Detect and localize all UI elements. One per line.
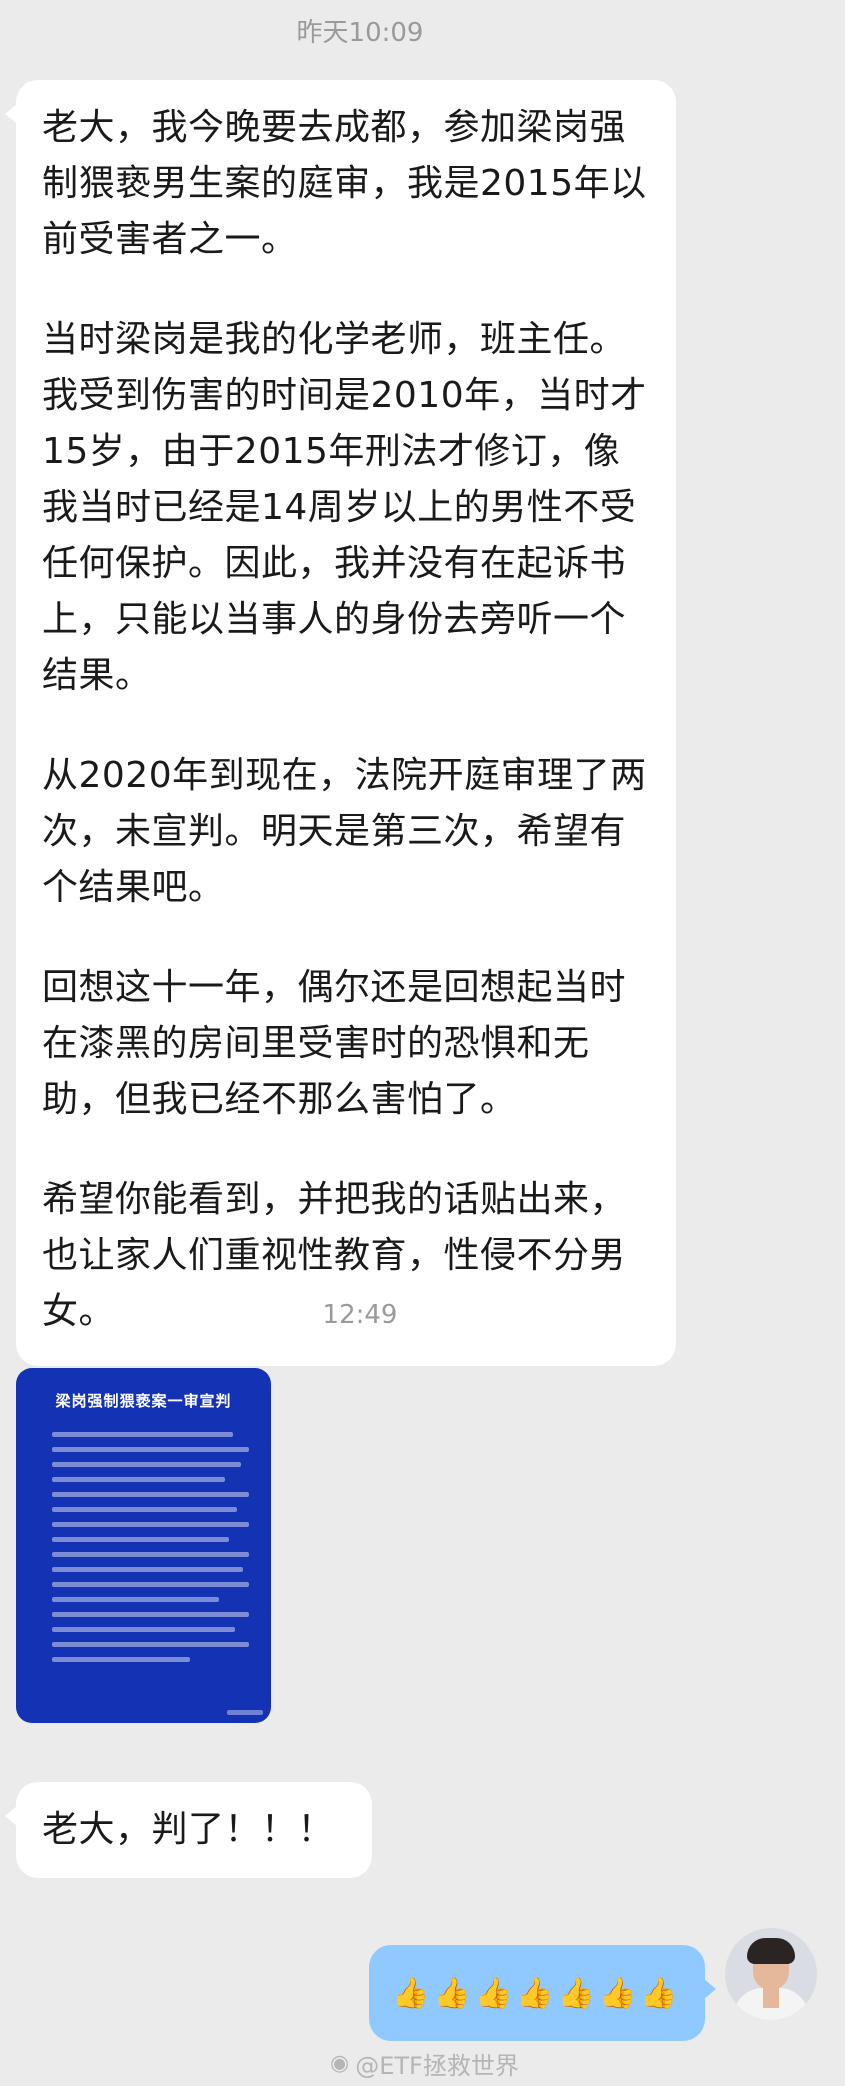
message-paragraph: 当时梁岗是我的化学老师，班主任。我受到伤害的时间是2010年，当时才15岁，由于… xyxy=(42,319,647,696)
message-paragraph: 回想这十一年，偶尔还是回想起当时在漆黑的房间里受害时的恐惧和无助，但我已经不那么… xyxy=(42,967,627,1120)
timestamp-today: 12:49 xyxy=(322,1300,398,1330)
message-paragraph: 从2020年到现在，法院开庭审理了两次，未宣判。明天是第三次，希望有个结果吧。 xyxy=(42,755,647,908)
timestamp-yesterday: 昨天10:09 xyxy=(296,18,424,48)
avatar-neck xyxy=(763,1988,779,2008)
avatar-hair xyxy=(747,1938,795,1964)
message-paragraph: 老大，我今晚要去成都，参加梁岗强制猥亵男生案的庭审，我是2015年以前受害者之一… xyxy=(42,107,647,260)
weibo-icon: ◉ xyxy=(330,2051,350,2076)
message-bubble-long[interactable]: 老大，我今晚要去成都，参加梁岗强制猥亵男生案的庭审，我是2015年以前受害者之一… xyxy=(5,80,676,1366)
image-notice-title: 梁岗强制猥亵案一审宣判 xyxy=(55,1392,232,1410)
image-notice-body xyxy=(52,1432,249,1672)
image-message-verdict-notice[interactable]: 梁岗强制猥亵案一审宣判 xyxy=(16,1368,271,1723)
reply-bubble-thumbs-up[interactable]: 👍👍👍👍👍👍👍 xyxy=(369,1945,716,2041)
thumbs-up-emoji-row: 👍👍👍👍👍👍👍 xyxy=(392,1975,682,2011)
user-avatar[interactable] xyxy=(725,1928,817,2020)
watermark: ◉ @ETF拯救世界 xyxy=(330,2046,519,2081)
watermark-text: @ETF拯救世界 xyxy=(355,2052,519,2080)
message-text: 老大，判了！！！ xyxy=(42,1809,335,1850)
message-bubble-short[interactable]: 老大，判了！！！ xyxy=(4,1782,373,1878)
image-notice-footer-mark xyxy=(227,1710,263,1715)
